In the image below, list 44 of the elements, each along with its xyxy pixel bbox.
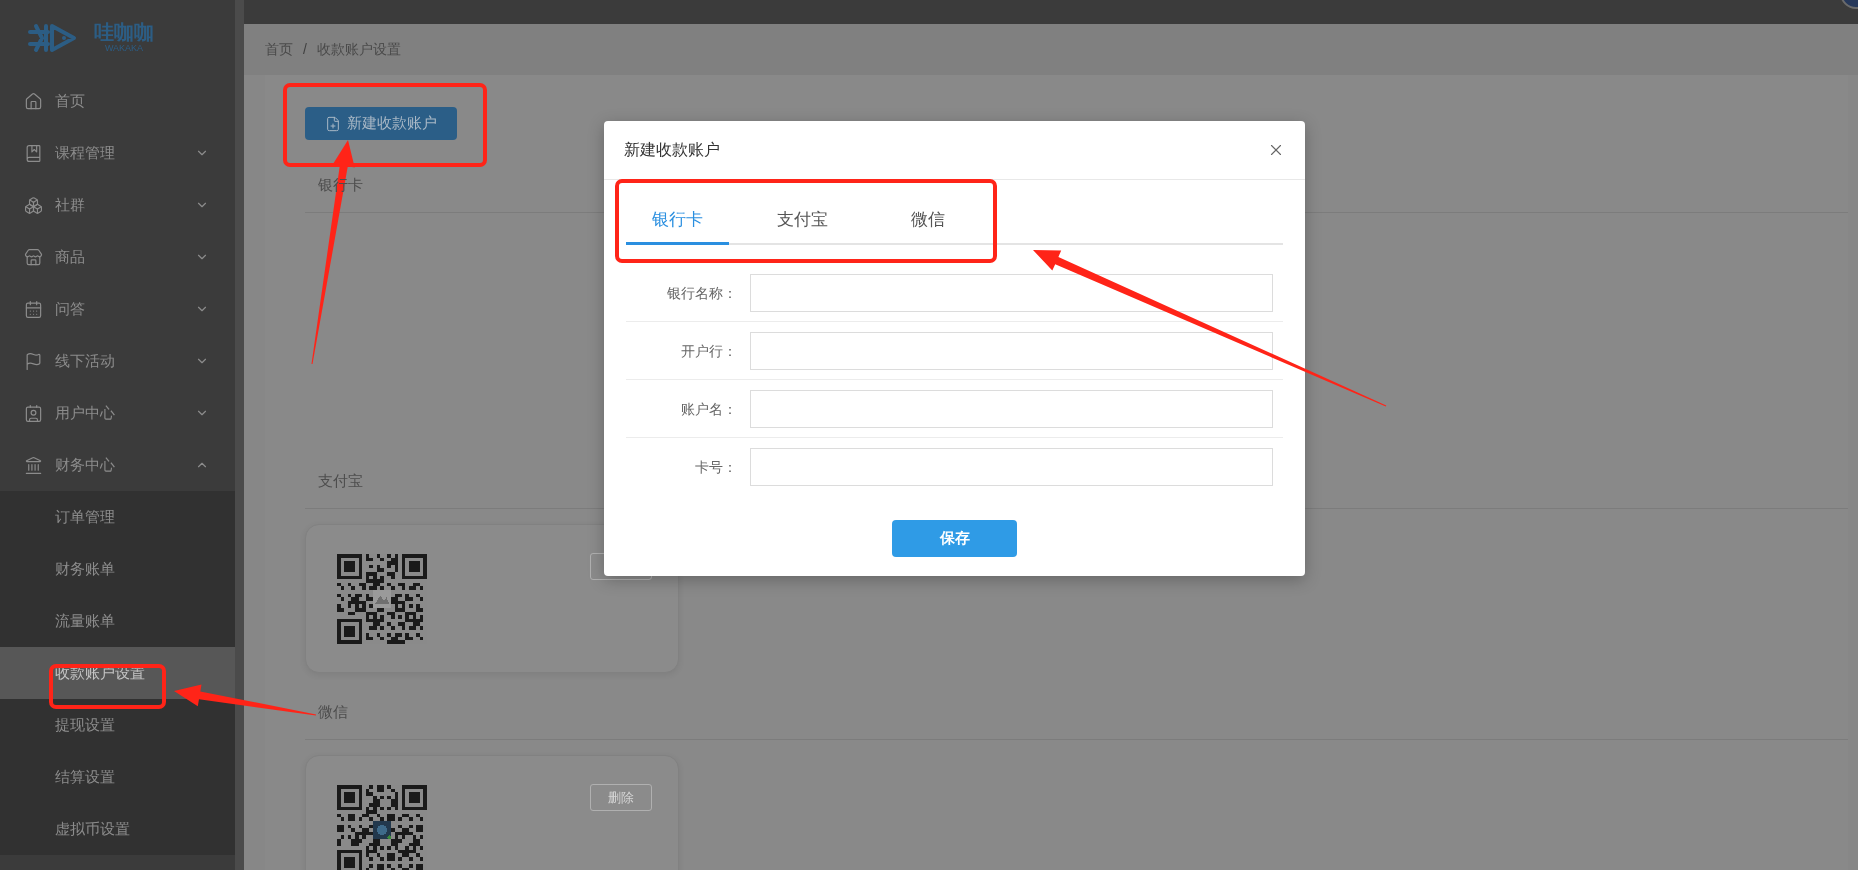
file-plus-icon <box>325 115 341 132</box>
new-account-button[interactable]: 新建收款账户 <box>305 107 457 140</box>
logo-text: 哇咖咖 <box>94 22 154 42</box>
sidebar-item[interactable]: 社群 <box>0 179 235 231</box>
submenu-item[interactable]: 财务账单 <box>0 543 235 595</box>
submenu-item[interactable]: 流量账单 <box>0 595 235 647</box>
scrollbar[interactable] <box>235 0 244 870</box>
sidebar-item[interactable]: 财务中心 <box>0 439 235 491</box>
input-field[interactable] <box>750 448 1273 486</box>
field-label: 开户行： <box>680 341 737 361</box>
sidebar-item[interactable]: 线下活动 <box>0 335 235 387</box>
input-field[interactable] <box>750 390 1273 428</box>
tab[interactable]: 微信 <box>876 180 979 245</box>
field-label: 卡号： <box>694 457 737 477</box>
tab[interactable]: 银行卡 <box>626 180 729 245</box>
sidebar-item[interactable]: 商品 <box>0 231 235 283</box>
field-label: 银行名称： <box>666 283 737 303</box>
group-icon <box>24 195 43 215</box>
tab[interactable]: 支付宝 <box>751 180 854 245</box>
book-icon <box>24 143 43 163</box>
input-field[interactable] <box>750 332 1273 370</box>
section-heading: 支付宝 <box>318 472 363 489</box>
save-button[interactable]: 保存 <box>892 520 1017 557</box>
bank-icon <box>24 455 43 475</box>
home-icon <box>24 91 43 111</box>
submenu-item[interactable]: 提现设置 <box>0 699 235 751</box>
sidebar-item[interactable]: 课程管理 <box>0 127 235 179</box>
submenu-item[interactable]: 订单管理 <box>0 491 235 543</box>
submenu-item[interactable]: 结算设置 <box>0 751 235 803</box>
sidebar-item[interactable]: 用户中心 <box>0 387 235 439</box>
logo-subtext: WAKAKA <box>104 44 144 53</box>
flag-icon <box>24 351 43 371</box>
dialog-title: 新建收款账户 <box>624 140 720 160</box>
submenu-item[interactable]: 虚拟币设置 <box>0 803 235 855</box>
delete-button[interactable]: 删除 <box>590 784 652 811</box>
shop-icon <box>24 247 43 267</box>
input-field[interactable] <box>750 274 1273 312</box>
sidebar-item[interactable]: 首页 <box>0 75 235 127</box>
field-label: 账户名： <box>680 399 737 419</box>
section-heading: 微信 <box>318 703 348 720</box>
user-card-icon <box>24 403 43 423</box>
sidebar-item[interactable]: 问答 <box>0 283 235 335</box>
calendar-icon <box>24 299 43 319</box>
breadcrumb-separator: / <box>303 40 307 59</box>
